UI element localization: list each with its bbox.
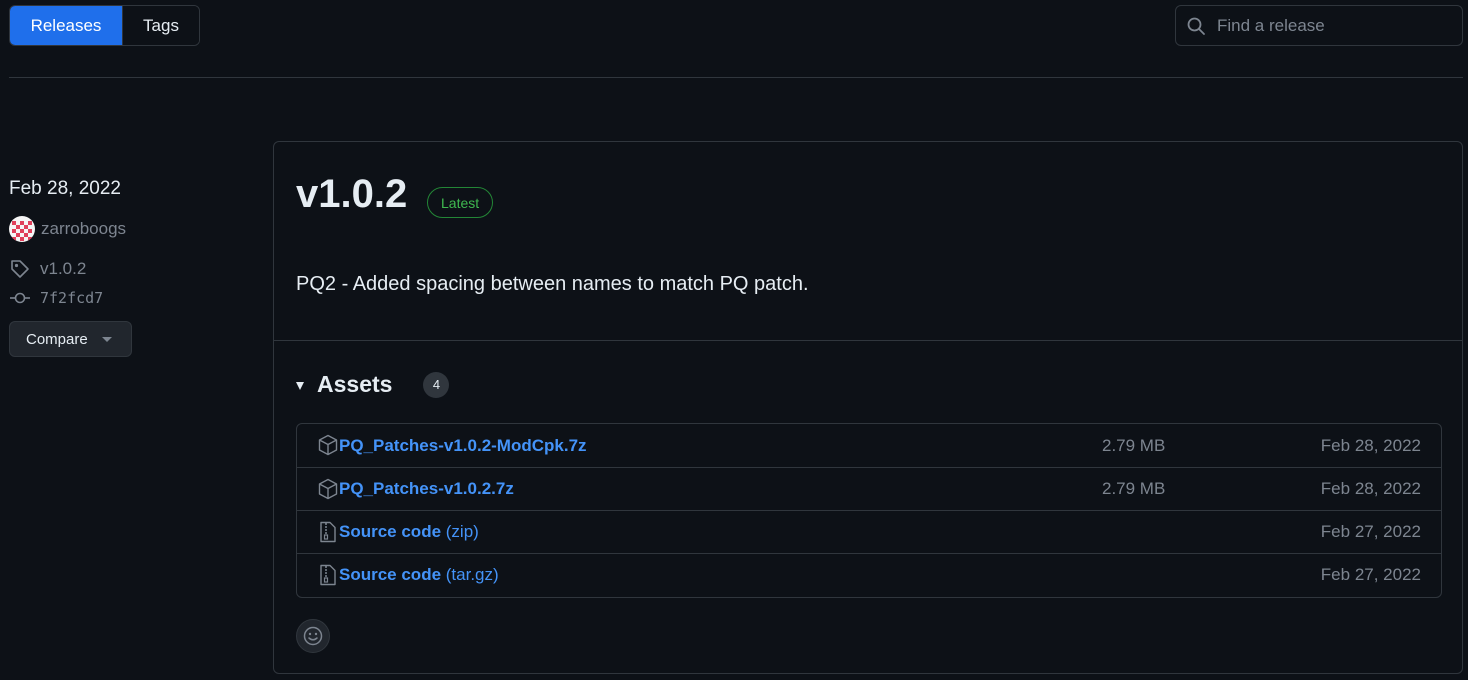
- file-zip-icon: [320, 564, 336, 586]
- assets-count-badge: 4: [423, 371, 450, 398]
- release-date: Feb 28, 2022: [9, 178, 121, 199]
- header-divider: [9, 77, 1463, 78]
- author-row[interactable]: zarroboogs: [9, 216, 126, 242]
- chevron-down-icon: [101, 336, 112, 342]
- asset-size: 2.79 MB: [1102, 479, 1166, 498]
- tag-icon: [11, 260, 29, 278]
- commit-sha[interactable]: 7f2fcd7: [40, 289, 103, 307]
- package-icon: [318, 434, 338, 456]
- latest-badge: Latest: [427, 187, 494, 218]
- releases-tags-switch: Releases Tags: [9, 5, 200, 46]
- asset-link[interactable]: Source code (zip): [339, 522, 479, 542]
- file-zip-icon: [320, 521, 336, 543]
- smiley-icon: [303, 626, 323, 646]
- tab-tags[interactable]: Tags: [122, 6, 199, 45]
- assets-toggle[interactable]: Assets 4: [296, 371, 450, 398]
- compare-label: Compare: [26, 330, 88, 348]
- tag-row[interactable]: v1.0.2: [9, 258, 86, 280]
- search-input[interactable]: [1217, 15, 1447, 36]
- assets-list: PQ_Patches-v1.0.2-ModCpk.7z 2.79 MB Feb …: [296, 423, 1442, 598]
- release-notes: PQ2 - Added spacing between names to mat…: [296, 273, 809, 295]
- asset-date: Feb 27, 2022: [1320, 522, 1421, 541]
- asset-row: PQ_Patches-v1.0.2.7z 2.79 MB Feb 28, 202…: [297, 467, 1441, 510]
- card-divider: [274, 340, 1462, 341]
- add-reaction-button[interactable]: [296, 619, 330, 653]
- avatar[interactable]: [9, 216, 35, 242]
- search-icon: [1187, 17, 1205, 35]
- releases-page: Releases Tags Feb 28, 2022 zarroboogs: [0, 0, 1468, 680]
- commit-row[interactable]: 7f2fcd7: [9, 287, 103, 309]
- package-icon: [318, 478, 338, 500]
- author-name[interactable]: zarroboogs: [41, 219, 126, 239]
- commit-icon: [10, 292, 30, 304]
- triangle-down-icon: [296, 381, 304, 390]
- compare-button[interactable]: Compare: [9, 321, 132, 357]
- asset-link[interactable]: Source code (tar.gz): [339, 565, 499, 585]
- asset-row: PQ_Patches-v1.0.2-ModCpk.7z 2.79 MB Feb …: [297, 424, 1441, 467]
- release-title[interactable]: v1.0.2: [296, 172, 407, 217]
- asset-date: Feb 28, 2022: [1320, 479, 1421, 498]
- asset-row: Source code (tar.gz) Feb 27, 2022: [297, 553, 1441, 596]
- asset-link[interactable]: PQ_Patches-v1.0.2-ModCpk.7z: [339, 436, 587, 456]
- asset-size: 2.79 MB: [1102, 435, 1166, 455]
- assets-heading: Assets: [317, 371, 393, 397]
- release-card: v1.0.2 Latest PQ2 - Added spacing betwee…: [273, 141, 1463, 674]
- tab-releases[interactable]: Releases: [10, 6, 122, 45]
- tag-name[interactable]: v1.0.2: [40, 259, 86, 279]
- asset-date: Feb 28, 2022: [1320, 435, 1421, 455]
- asset-link[interactable]: PQ_Patches-v1.0.2.7z: [339, 479, 514, 499]
- asset-row: Source code (zip) Feb 27, 2022: [297, 510, 1441, 553]
- asset-date: Feb 27, 2022: [1320, 565, 1421, 584]
- release-search-box[interactable]: [1175, 5, 1463, 46]
